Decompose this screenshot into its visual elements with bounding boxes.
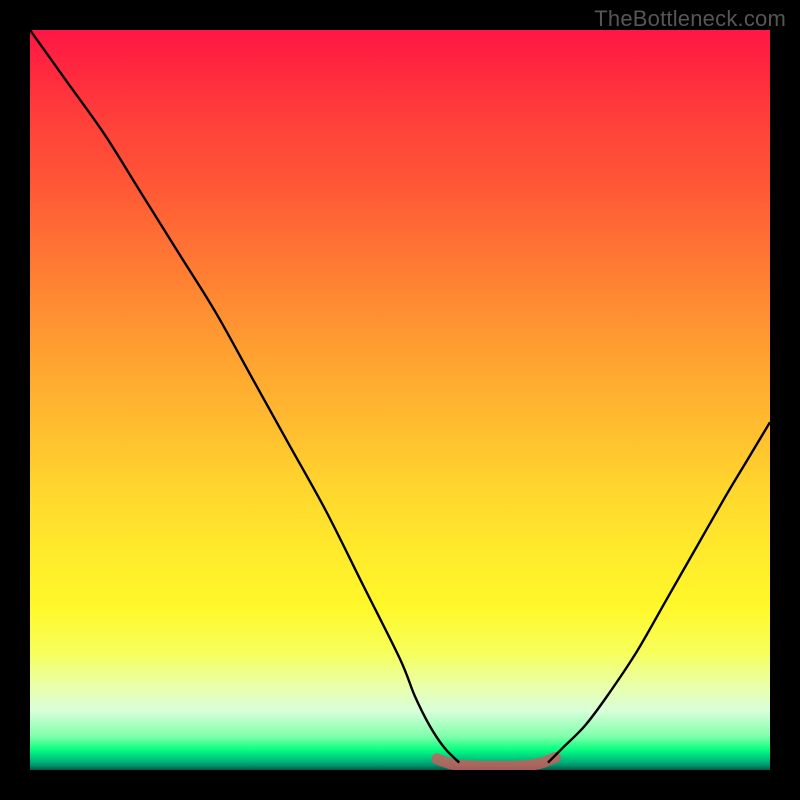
chart-frame: TheBottleneck.com bbox=[0, 0, 800, 800]
curve-layer bbox=[30, 30, 770, 770]
left-curve bbox=[30, 30, 459, 763]
plot-area bbox=[30, 30, 770, 770]
right-curve bbox=[548, 422, 770, 762]
watermark-text: TheBottleneck.com bbox=[594, 6, 786, 32]
